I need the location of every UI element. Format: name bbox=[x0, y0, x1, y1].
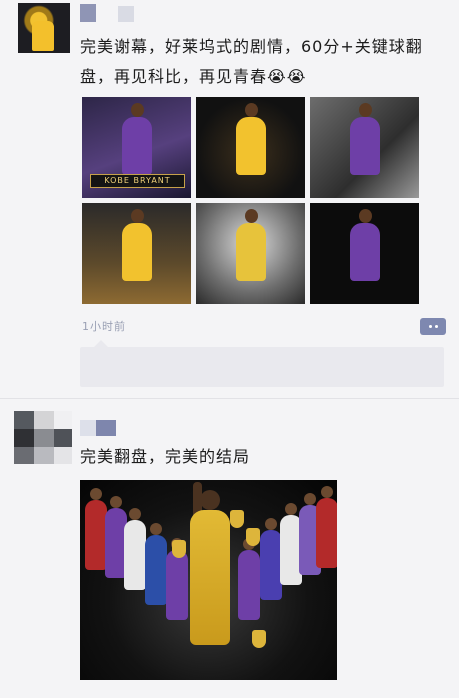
trophy-icon bbox=[246, 528, 260, 546]
username-redacted bbox=[80, 420, 96, 436]
player-figure bbox=[145, 523, 167, 605]
post-text: 完美翻盘，完美的结局 bbox=[80, 447, 251, 466]
photo-thumbnail[interactable] bbox=[196, 97, 305, 198]
username-redacted bbox=[80, 4, 96, 22]
player-figure bbox=[238, 538, 260, 620]
avatar[interactable] bbox=[18, 3, 70, 53]
player-figure bbox=[235, 103, 266, 175]
photo-thumbnail[interactable] bbox=[196, 203, 305, 304]
image-grid: KOBE BRYANT bbox=[82, 97, 420, 304]
trophy-icon bbox=[252, 630, 266, 648]
dot bbox=[434, 325, 438, 328]
post-time: 1小时前 bbox=[82, 320, 126, 333]
photo-thumbnail[interactable] bbox=[310, 97, 419, 198]
player-figure bbox=[260, 518, 282, 600]
player-figure bbox=[190, 490, 230, 645]
player-figure bbox=[124, 508, 146, 590]
photo-caption: KOBE BRYANT bbox=[90, 174, 185, 188]
player-figure bbox=[235, 209, 266, 281]
moment-post: 完美翻盘，完美的结局 bbox=[0, 398, 459, 698]
username-redacted bbox=[96, 420, 116, 436]
more-dots-icon[interactable] bbox=[420, 318, 446, 335]
player-figure bbox=[166, 538, 188, 620]
player-figure bbox=[349, 103, 380, 175]
photo-thumbnail[interactable] bbox=[310, 203, 419, 304]
player-figure bbox=[85, 488, 107, 570]
avatar[interactable] bbox=[14, 411, 72, 464]
username-redacted bbox=[118, 6, 134, 22]
player-figure bbox=[121, 209, 152, 281]
post-text: 完美谢幕，好莱坞式的剧情，60分+关键球翻盘，再见科比，再见青春😭😭 bbox=[80, 37, 423, 86]
dot bbox=[428, 325, 432, 328]
photo-thumbnail[interactable] bbox=[82, 203, 191, 304]
comment-area bbox=[80, 340, 444, 387]
photo-thumbnail[interactable]: KOBE BRYANT bbox=[82, 97, 191, 198]
trophy-icon bbox=[230, 510, 244, 528]
moment-post: 完美谢幕，好莱坞式的剧情，60分+关键球翻盘，再见科比，再见青春😭😭 KOBE … bbox=[0, 0, 459, 398]
post-image[interactable] bbox=[80, 480, 337, 680]
player-figure bbox=[316, 486, 337, 568]
trophy-icon bbox=[172, 540, 186, 558]
player-figure bbox=[121, 103, 152, 175]
player-figure bbox=[349, 209, 380, 281]
